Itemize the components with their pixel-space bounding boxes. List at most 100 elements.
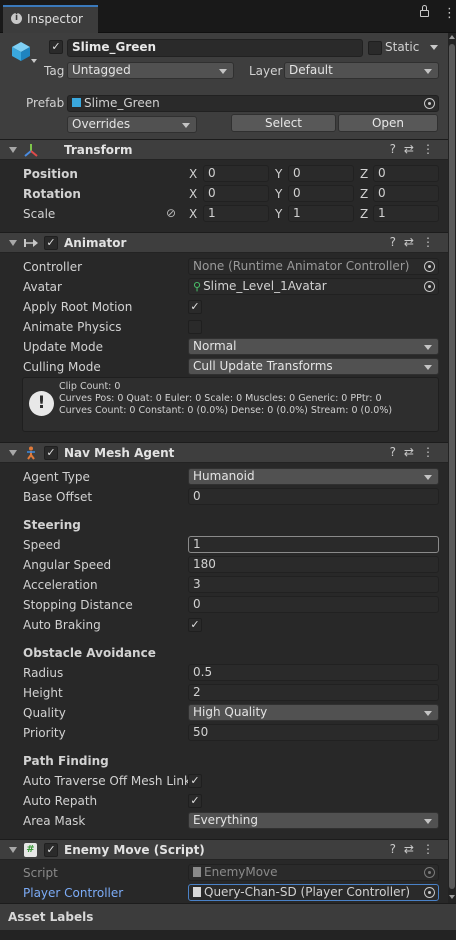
script-icon: # [24, 843, 37, 857]
foldout-arrow-icon[interactable] [9, 450, 17, 456]
tab-title: Inspector [27, 12, 83, 26]
animator-icon [24, 236, 38, 250]
avatar-field[interactable]: ⚲ Slime_Level_1Avatar [188, 278, 439, 295]
animator-title: Animator [64, 236, 127, 250]
lock-icon[interactable] [420, 10, 429, 17]
animate-physics-checkbox[interactable] [188, 320, 202, 334]
height-field[interactable]: 2 [188, 684, 439, 701]
more-icon[interactable]: ⋮ [443, 6, 456, 21]
quality-label: Quality [23, 706, 66, 720]
script-value: EnemyMove [204, 865, 278, 879]
component-header-icons[interactable]: ?⇄⋮ [390, 142, 442, 156]
position-x-field[interactable]: 0 [203, 165, 269, 182]
radius-field[interactable]: 0.5 [188, 664, 439, 681]
rotation-z-field[interactable]: 0 [373, 185, 439, 202]
select-button[interactable]: Select [231, 114, 336, 132]
overrides-dropdown[interactable]: Overrides [67, 116, 197, 133]
auto-repath-label: Auto Repath [23, 794, 98, 808]
scale-label: Scale [23, 207, 56, 221]
object-name-field[interactable]: Slime_Green [67, 39, 363, 57]
quality-dropdown[interactable]: High Quality [188, 704, 439, 721]
agent-type-dropdown[interactable]: Humanoid [188, 468, 439, 485]
agent-type-label: Agent Type [23, 470, 90, 484]
icon-dropdown-arrow[interactable] [31, 59, 37, 63]
auto-repath-checkbox[interactable]: ✓ [188, 794, 202, 808]
position-y-field[interactable]: 0 [288, 165, 354, 182]
apply-root-motion-label: Apply Root Motion [23, 300, 133, 314]
stopping-distance-field[interactable]: 0 [188, 596, 439, 613]
navmesh-enabled-checkbox[interactable]: ✓ [44, 446, 58, 460]
controller-picker-icon[interactable] [424, 261, 435, 272]
scrollbar-thumb[interactable] [449, 44, 455, 889]
cube-icon[interactable] [10, 40, 32, 62]
update-mode-dropdown[interactable]: Normal [188, 338, 439, 355]
enemy-move-enabled-checkbox[interactable]: ✓ [44, 843, 58, 857]
controller-field[interactable]: None (Runtime Animator Controller) [188, 258, 439, 275]
area-mask-dropdown[interactable]: Everything [188, 812, 439, 829]
path-finding-header: Path Finding [23, 754, 109, 768]
animator-enabled-checkbox[interactable]: ✓ [44, 236, 58, 250]
avatar-figure-icon: ⚲ [193, 280, 202, 293]
acceleration-label: Acceleration [23, 578, 98, 592]
transform-header[interactable]: Transform ?⇄⋮ [0, 139, 448, 160]
static-dropdown-arrow[interactable] [430, 45, 438, 50]
active-checkbox[interactable]: ✓ [49, 40, 63, 54]
prefab-picker-icon[interactable] [424, 98, 435, 109]
angular-speed-field[interactable]: 180 [188, 556, 439, 573]
asset-labels-title: Asset Labels [8, 910, 94, 924]
asset-labels-bar[interactable]: Asset Labels [0, 903, 456, 930]
script-picker-icon [424, 867, 435, 878]
auto-braking-checkbox[interactable]: ✓ [188, 618, 202, 632]
speed-field[interactable]: 1 [188, 536, 439, 553]
scale-y-field[interactable]: 1 [288, 205, 354, 222]
auto-traverse-checkbox[interactable]: ✓ [188, 774, 202, 788]
scale-z-axis: Z [360, 207, 369, 221]
rotation-label: Rotation [23, 187, 81, 201]
culling-mode-label: Culling Mode [23, 360, 101, 374]
scale-x-field[interactable]: 1 [203, 205, 269, 222]
component-header-icons[interactable]: ?⇄⋮ [390, 445, 442, 459]
position-x-axis: X [189, 167, 198, 181]
priority-field[interactable]: 50 [188, 724, 439, 741]
foldout-arrow-icon[interactable] [9, 147, 17, 153]
component-header-icons[interactable]: ?⇄⋮ [390, 235, 442, 249]
acceleration-field[interactable]: 3 [188, 576, 439, 593]
steering-header: Steering [23, 518, 81, 532]
rotation-y-field[interactable]: 0 [288, 185, 354, 202]
bottom-strip [0, 930, 456, 940]
animator-header[interactable]: ✓ Animator ?⇄⋮ [0, 232, 448, 253]
rotation-x-field[interactable]: 0 [203, 185, 269, 202]
scale-z-field[interactable]: 1 [373, 205, 439, 222]
culling-mode-dropdown[interactable]: Cull Update Transforms [188, 358, 439, 375]
scale-x-axis: X [189, 207, 198, 221]
player-controller-file-icon [193, 887, 201, 897]
transform-title: Transform [64, 143, 133, 157]
constrain-proportions-icon[interactable]: ⊘ [166, 206, 176, 220]
avatar-picker-icon[interactable] [424, 281, 435, 292]
open-button[interactable]: Open [338, 114, 438, 132]
foldout-arrow-icon[interactable] [9, 847, 17, 853]
enemy-move-header[interactable]: # ✓ Enemy Move (Script) ?⇄⋮ [0, 839, 448, 860]
foldout-arrow-icon[interactable] [9, 240, 17, 246]
base-offset-field[interactable]: 0 [188, 488, 439, 505]
scrollbar-down-arrow[interactable] [449, 895, 455, 899]
player-controller-label: Player Controller [23, 886, 124, 900]
layer-dropdown[interactable]: Default [284, 62, 439, 79]
player-controller-picker-icon[interactable] [424, 887, 435, 898]
navmesh-header[interactable]: ✓ Nav Mesh Agent ?⇄⋮ [0, 442, 448, 463]
info-line-2: Curves Pos: 0 Quat: 0 Euler: 0 Scale: 0 … [59, 393, 382, 404]
prefab-value: Slime_Green [84, 96, 160, 110]
auto-braking-label: Auto Braking [23, 618, 101, 632]
prefab-field[interactable]: Slime_Green [67, 95, 439, 112]
position-z-field[interactable]: 0 [373, 165, 439, 182]
tab-inspector[interactable]: i Inspector [3, 5, 98, 33]
component-header-icons[interactable]: ?⇄⋮ [390, 842, 442, 856]
player-controller-field[interactable]: Query-Chan-SD (Player Controller) [188, 884, 439, 901]
static-checkbox[interactable] [368, 41, 382, 55]
apply-root-motion-checkbox[interactable]: ✓ [188, 300, 202, 314]
rotation-z-axis: Z [360, 187, 369, 201]
scrollbar-up-arrow[interactable] [449, 35, 455, 39]
prefab-label: Prefab [26, 96, 65, 110]
tag-dropdown[interactable]: Untagged [67, 62, 234, 79]
script-file-icon [193, 867, 201, 877]
